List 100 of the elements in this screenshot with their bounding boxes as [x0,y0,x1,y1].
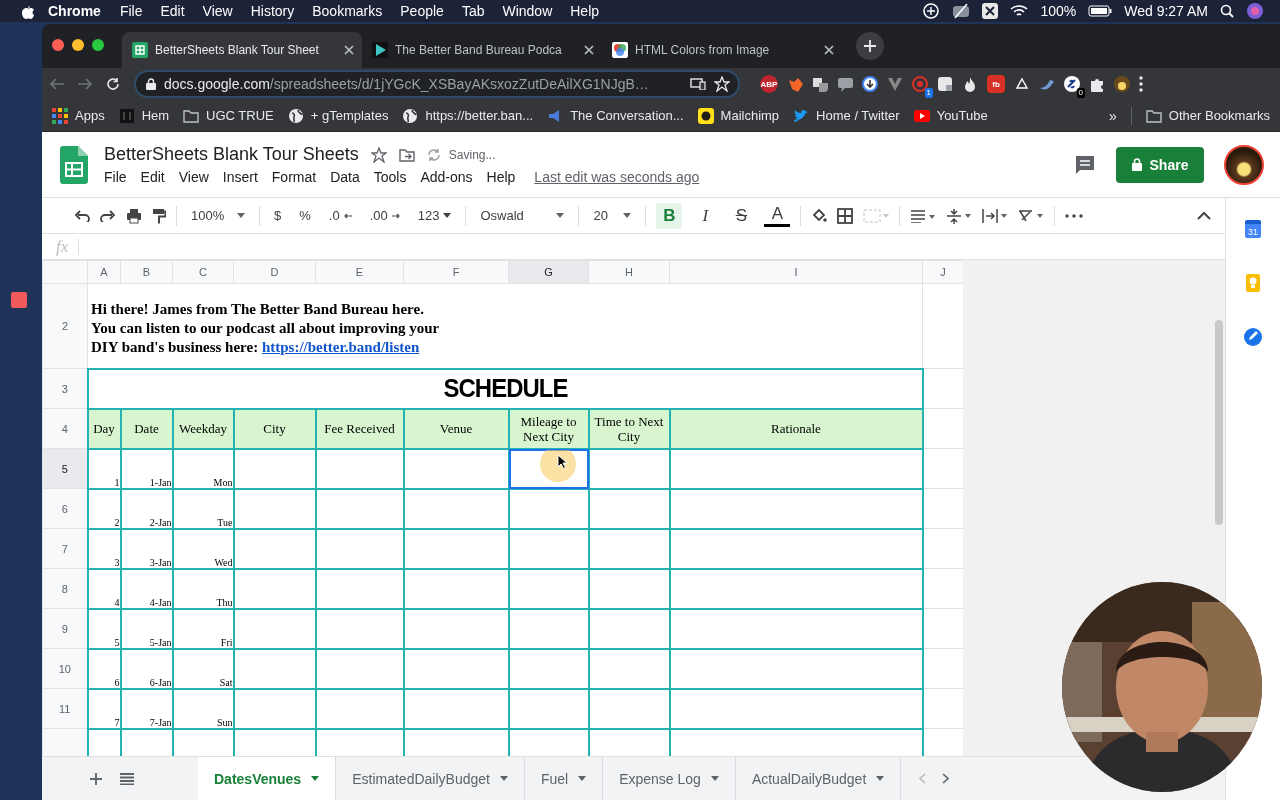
menu-item[interactable]: Help [561,3,609,19]
new-tab-button[interactable] [856,32,884,60]
forward-icon[interactable] [78,78,92,90]
caret-icon[interactable] [237,213,245,218]
extension-icon[interactable] [812,76,828,92]
column-header[interactable]: E [315,260,404,284]
menu-item[interactable]: View [171,169,216,185]
browser-tab[interactable]: BetterSheets Blank Tour Sheet [122,32,362,68]
column-header[interactable]: D [233,260,316,284]
wifi-icon[interactable] [1010,4,1029,18]
extension-icon[interactable] [862,76,878,92]
row-header[interactable]: 9 [42,608,88,649]
column-header[interactable]: F [403,260,509,284]
minimize-button[interactable] [72,39,84,51]
caret-icon[interactable] [499,776,508,781]
row-header[interactable]: 11 [42,688,88,729]
link[interactable]: https://better.band/listen [261,339,420,356]
row-header[interactable]: 6 [42,488,88,529]
caret-icon[interactable] [710,776,719,781]
menu-item[interactable]: Format [264,169,324,185]
menu-item[interactable]: Add-ons [413,169,480,185]
browser-tab[interactable]: The Better Band Bureau Podca [362,32,602,68]
row-header[interactable]: 2 [42,283,88,369]
row-header[interactable]: 7 [42,528,88,569]
tasks-icon[interactable] [1244,328,1262,346]
add-sheet-icon[interactable] [90,772,102,785]
star-icon[interactable] [370,146,387,163]
vertical-align-icon[interactable] [946,207,973,224]
extension-icon[interactable] [1089,76,1105,92]
print-icon[interactable] [126,207,142,224]
text-wrap-icon[interactable] [982,207,1009,224]
share-button[interactable]: Share [1116,146,1204,183]
column-header[interactable]: B [120,260,173,284]
row-header[interactable]: 4 [42,408,88,449]
extension-icon[interactable] [1064,76,1080,92]
menu-item[interactable]: History [241,3,304,19]
extension-icon[interactable]: fb [987,75,1005,93]
column-header[interactable]: H [588,260,670,284]
menu-item[interactable]: Data [323,169,367,185]
devices-icon[interactable] [690,78,706,90]
text-color-button[interactable]: A [764,204,791,227]
font-dropdown[interactable]: Oswald [476,202,569,229]
menu-item[interactable]: Insert [215,169,265,185]
address-bar[interactable]: docs.google.com/spreadsheets/d/1jYGcK_XSBayAKsxozZutDeAilXG1NJgB… [134,70,740,98]
number-format-button[interactable]: % [295,202,315,229]
sheet-tab[interactable]: DatesVenues [198,757,337,800]
menu-item[interactable]: File [104,169,134,185]
bold-button[interactable]: B [656,202,683,229]
menu-item[interactable]: File [110,3,152,19]
row-header[interactable]: 5 [42,448,88,489]
siri-icon[interactable] [1246,2,1264,20]
browser-tab[interactable]: HTML Colors from Image [602,32,842,68]
clock[interactable]: Wed 9:27 AM [1124,3,1208,19]
selected-cell[interactable] [508,448,589,489]
menu-item[interactable]: Window [493,3,562,19]
undo-icon[interactable] [74,209,90,222]
bookmark[interactable]: YouTube [913,107,988,124]
caret-icon[interactable] [443,213,452,218]
italic-button[interactable]: I [692,202,719,229]
extension-icon[interactable] [1014,76,1030,92]
menu-item[interactable]: Tab [452,3,494,19]
reload-icon[interactable] [106,77,120,91]
bookmark[interactable]: Hem [118,107,170,124]
scrollbar-thumb[interactable] [1215,320,1223,525]
font-size-dropdown[interactable]: 20 [589,202,636,229]
sheet-tab[interactable]: EstimatedDailyBudget [336,757,525,800]
caret-icon[interactable] [578,776,587,781]
bookmark[interactable]: https://better.ban... [402,107,534,124]
paint-format-icon[interactable] [152,207,166,224]
caret-icon[interactable] [311,776,320,781]
row-header[interactable]: 8 [42,568,88,609]
last-edit-link[interactable]: Last edit was seconds ago [534,169,700,185]
extension-icon[interactable] [937,76,953,92]
number-format-button[interactable]: 123 [413,202,456,229]
sheet-tab[interactable]: Fuel [524,757,604,800]
menu-item[interactable]: Edit [133,169,172,185]
sheet-tab[interactable]: ActualDailyBudget [735,757,902,800]
extension-icon[interactable] [962,76,978,92]
close-icon[interactable] [344,45,354,55]
bookmark[interactable]: Other Bookmarks [1145,107,1270,124]
calendar-icon[interactable]: 31 [1245,220,1261,238]
bookmark[interactable]: Home / Twitter [793,107,900,124]
menu-item[interactable]: Bookmarks [303,3,392,19]
menu-item[interactable]: Chrome [34,3,111,19]
sheet-tab[interactable]: Expense Log [603,757,736,800]
fill-color-icon[interactable] [811,207,828,224]
battery-icon[interactable] [1088,5,1113,17]
search-icon[interactable] [1220,4,1234,18]
caret-icon[interactable] [623,213,632,218]
zoom-dropdown[interactable]: 100% [187,202,249,229]
collapse-icon[interactable] [1197,211,1211,220]
extension-icon[interactable] [1114,76,1130,92]
sheets-logo-icon[interactable] [60,145,88,184]
more-icon[interactable] [1139,76,1143,92]
bookmark[interactable]: + gTemplates [287,107,389,124]
bookmark[interactable]: The Conversation... [547,107,684,124]
muted-icon[interactable] [952,3,971,19]
column-header[interactable]: I [669,260,923,284]
borders-icon[interactable] [837,207,854,224]
caret-icon[interactable] [876,776,885,781]
